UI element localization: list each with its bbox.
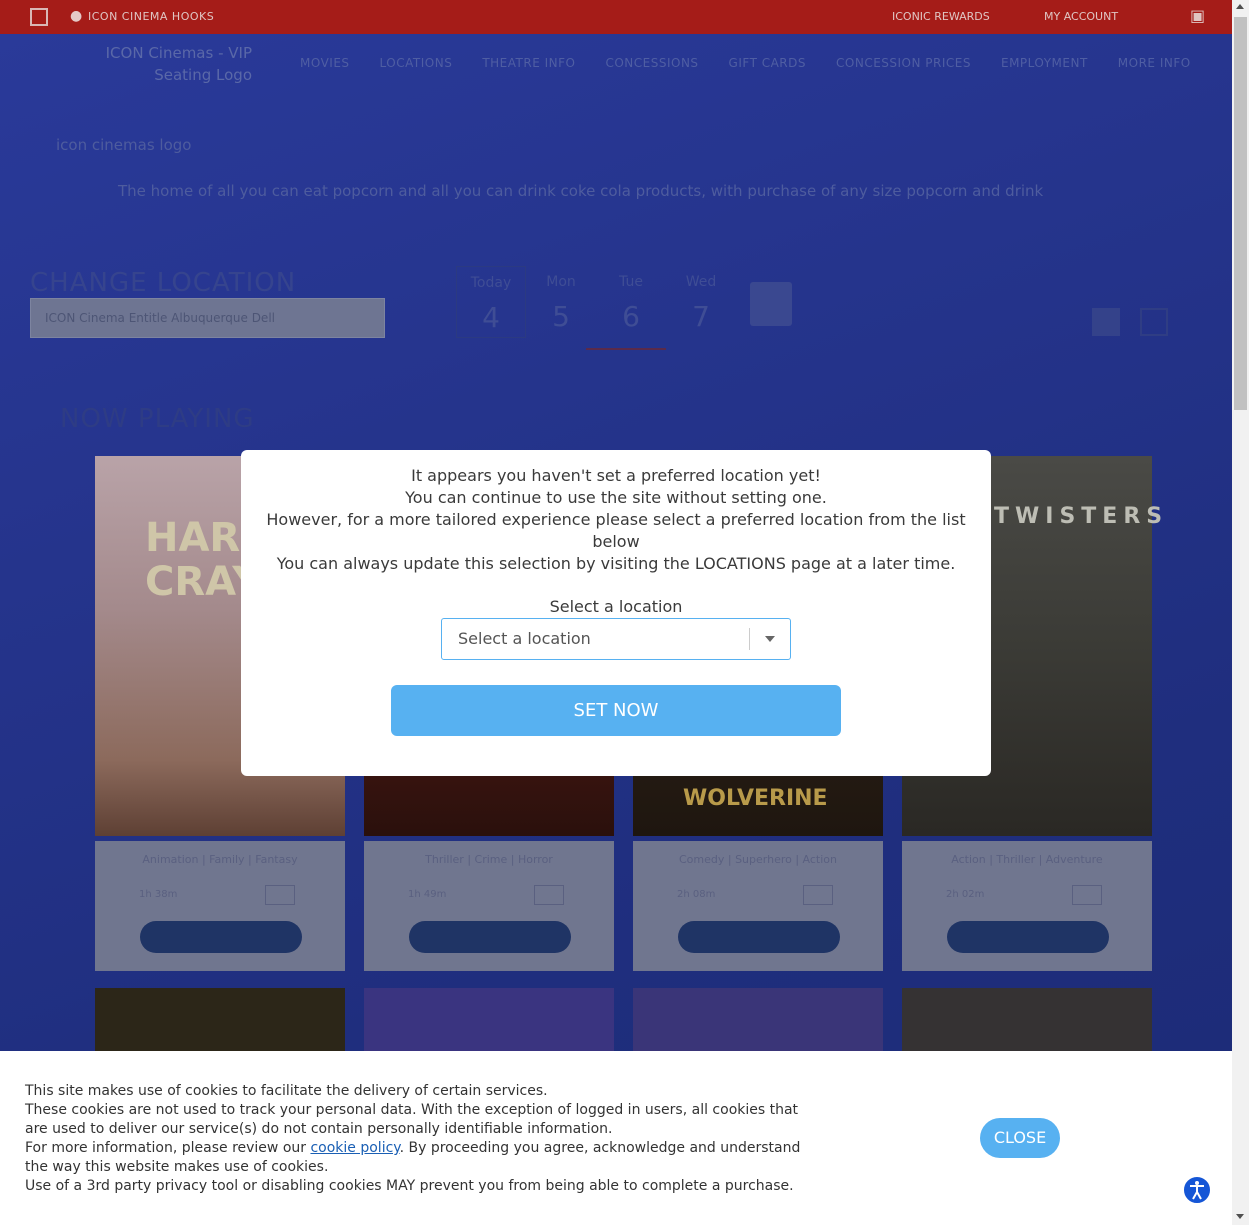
location-select-value: Select a location [458,629,591,648]
movie-info: Comedy | Superhero | Action 2h 08m [633,841,883,971]
tickets-button[interactable] [409,921,571,953]
movie-info: Action | Thriller | Adventure 2h 02m [902,841,1152,971]
modal-line-3: However, for a more tailored experience … [266,510,966,551]
movie-runtime: 2h 02m [946,889,985,900]
movie-rating-badge [1072,885,1102,905]
tickets-button[interactable] [678,921,840,953]
movie-rating-badge [534,885,564,905]
tickets-button[interactable] [947,921,1109,953]
current-location-link[interactable]: ICON CINEMA HOOKS [88,10,214,23]
location-dropdown-value: ICON Cinema Entitle Albuquerque Dell [45,311,275,325]
nav-item-more-info[interactable]: MORE INFO [1118,56,1191,70]
movie-card-row2[interactable] [364,988,614,1058]
my-account-link[interactable]: MY ACCOUNT [1044,10,1118,23]
date-number: 6 [622,300,640,333]
main-nav: ICON Cinemas - VIP Seating Logo MOVIES L… [0,34,1232,96]
now-playing-heading: NOW PLAYING [60,404,255,434]
date-number: 7 [692,300,710,333]
movie-genre: Action | Thriller | Adventure [951,853,1103,866]
date-picker: Today 4 Mon 5 Tue 6 Wed 7 [456,266,736,338]
select-separator [749,628,750,650]
nav-menu: MOVIES LOCATIONS THEATRE INFO CONCESSION… [300,56,1191,70]
movie-runtime: 2h 08m [677,889,716,900]
nav-item-movies[interactable]: MOVIES [300,56,350,70]
scroll-up-arrow-icon[interactable] [1236,4,1244,9]
movie-info: Animation | Family | Fantasy 1h 38m [95,841,345,971]
home-icon[interactable] [30,8,48,26]
movie-card-row2[interactable] [95,988,345,1058]
nav-item-theatre-info[interactable]: THEATRE INFO [482,56,575,70]
movie-card-row2[interactable] [633,988,883,1058]
movie-runtime: 1h 49m [408,889,447,900]
scroll-down-arrow-icon[interactable] [1236,1214,1244,1219]
location-pin-icon: ● [70,8,83,24]
set-now-button[interactable]: SET NOW [391,685,841,736]
modal-line-2: You can continue to use the site without… [405,488,827,507]
scrollbar-thumb[interactable] [1234,17,1247,410]
date-day-label: Mon [546,274,576,290]
date-wed[interactable]: Wed 7 [666,266,736,338]
list-view-icon[interactable] [1140,308,1168,336]
cinema-logo-image: icon cinemas logo [56,136,192,154]
movie-rating-badge [803,885,833,905]
date-underline [586,348,666,350]
accessibility-icon[interactable] [1182,1175,1212,1205]
tickets-button[interactable] [140,921,302,953]
movie-genre: Animation | Family | Fantasy [142,853,298,866]
date-today[interactable]: Today 4 [456,266,526,338]
rewards-link[interactable]: ICONIC REWARDS [892,10,990,23]
promo-banner-image: The home of all you can eat popcorn and … [118,182,1044,200]
grid-view-icon[interactable] [1092,308,1120,336]
date-number: 4 [482,301,500,334]
poster-title: TWISTERS [994,504,1169,529]
change-location-heading: CHANGE LOCATION [30,268,297,298]
movie-genre: Thriller | Crime | Horror [425,853,553,866]
movie-info: Thriller | Crime | Horror 1h 49m [364,841,614,971]
vertical-scrollbar[interactable] [1232,0,1249,1225]
cookie-banner: This site makes use of cookies to facili… [0,1051,1232,1225]
nav-item-locations[interactable]: LOCATIONS [380,56,453,70]
top-bar: ● ICON CINEMA HOOKS ICONIC REWARDS MY AC… [0,0,1232,34]
date-number: 5 [552,300,570,333]
cookie-policy-link[interactable]: cookie policy [310,1140,399,1156]
site-logo[interactable]: ICON Cinemas - VIP Seating Logo [52,42,252,86]
location-dropdown[interactable]: ICON Cinema Entitle Albuquerque Dell [30,298,385,338]
location-select[interactable]: Select a location [441,618,791,660]
chevron-down-icon[interactable] [765,636,775,642]
cookie-line-2: These cookies are not used to track your… [25,1102,799,1137]
nav-item-gift-cards[interactable]: GIFT CARDS [729,56,806,70]
cookie-close-button[interactable]: CLOSE [980,1118,1060,1158]
calendar-icon[interactable] [750,282,792,326]
nav-item-concession-prices[interactable]: CONCESSION PRICES [836,56,971,70]
date-mon[interactable]: Mon 5 [526,266,596,338]
cookie-text: This site makes use of cookies to facili… [25,1082,805,1196]
cookie-line-4: Use of a 3rd party privacy tool or disab… [25,1178,794,1194]
select-location-label: Select a location [549,597,683,616]
date-day-label: Tue [619,274,643,290]
modal-line-4: You can always update this selection by … [276,554,956,573]
movie-runtime: 1h 38m [139,889,178,900]
page-background: ● ICON CINEMA HOOKS ICONIC REWARDS MY AC… [0,0,1232,1225]
movie-rating-badge [265,885,295,905]
nav-item-employment[interactable]: EMPLOYMENT [1001,56,1088,70]
cookie-line-1: This site makes use of cookies to facili… [25,1083,548,1099]
cart-icon[interactable]: ▣ [1190,6,1205,25]
date-tue[interactable]: Tue 6 [596,266,666,338]
movie-genre: Comedy | Superhero | Action [678,853,838,866]
nav-item-concessions[interactable]: CONCESSIONS [605,56,698,70]
cookie-line-3-pre: For more information, please review our [25,1140,311,1156]
date-day-label: Today [470,275,512,291]
poster-title: WOLVERINE [683,786,828,811]
preferred-location-modal: It appears you haven't set a preferred l… [241,450,991,776]
date-day-label: Wed [685,274,717,290]
modal-line-1: It appears you haven't set a preferred l… [411,466,821,485]
movie-card-row2[interactable] [902,988,1152,1058]
